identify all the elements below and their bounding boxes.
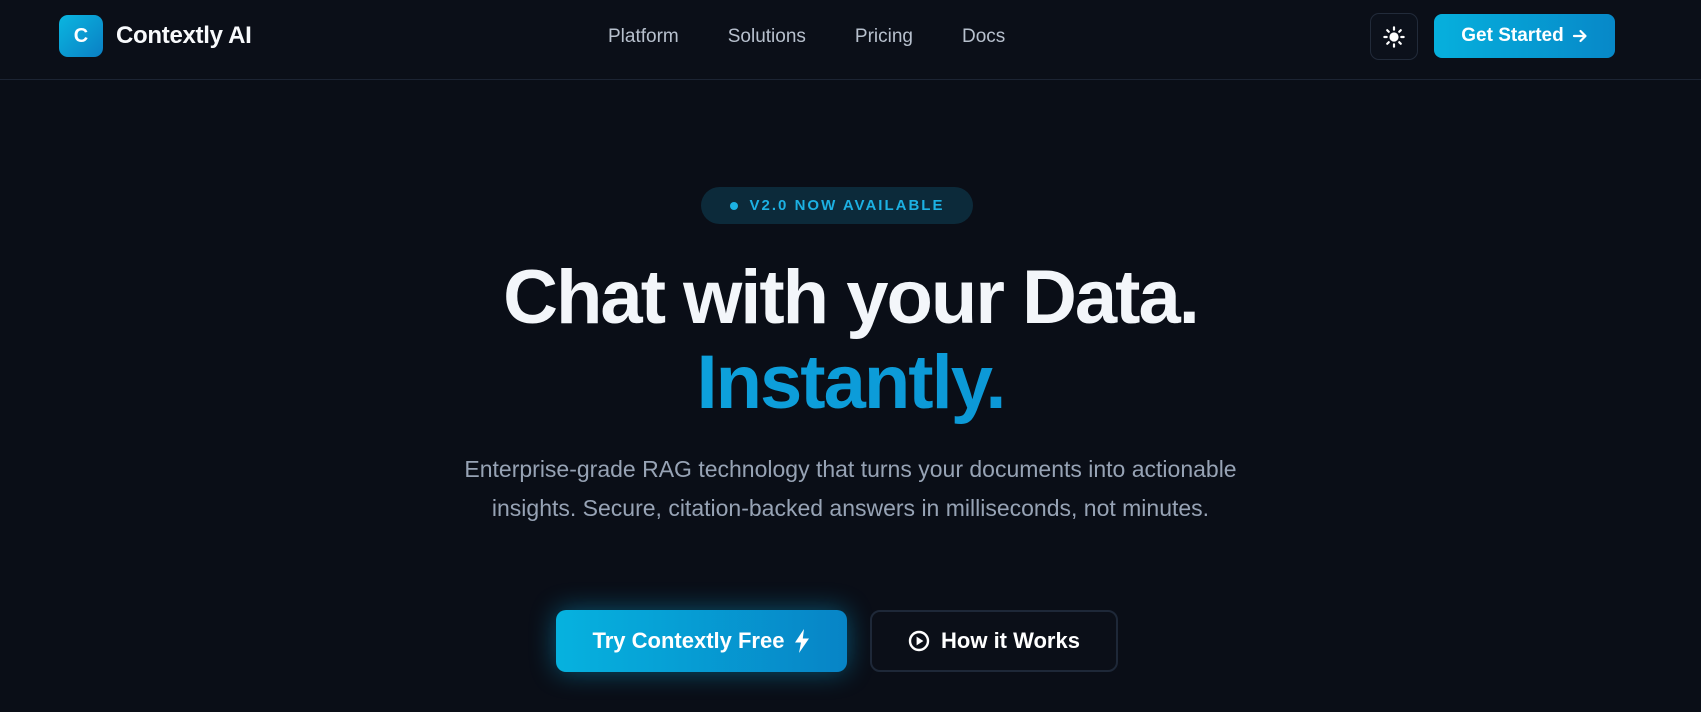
lightning-bolt-icon [794, 629, 810, 653]
hero-subtitle: Enterprise-grade RAG technology that tur… [464, 456, 1237, 521]
hero-headline-accent: Instantly. [0, 339, 1701, 427]
top-navbar: C Contextly AI Platform Solutions Pricin… [0, 0, 1701, 80]
try-free-label: Try Contextly Free [592, 628, 785, 653]
brand-name: Contextly AI [116, 22, 252, 49]
get-started-button[interactable]: Get Started [1434, 14, 1615, 58]
main-nav: Platform Solutions Pricing Docs [608, 22, 1005, 52]
sun-icon [1383, 25, 1405, 48]
nav-item-platform[interactable]: Platform [608, 26, 679, 48]
badge-dot-icon [729, 201, 738, 210]
version-badge: V2.0 NOW AVAILABLE [701, 187, 973, 224]
nav-item-pricing[interactable]: Pricing [855, 26, 913, 48]
play-circle-icon [908, 630, 930, 652]
brand[interactable]: C Contextly AI [59, 15, 252, 57]
badge-label: V2.0 NOW AVAILABLE [749, 197, 945, 214]
get-started-label: Get Started [1461, 25, 1564, 46]
theme-toggle-button[interactable] [1370, 13, 1418, 60]
how-it-works-button[interactable]: How it Works [870, 610, 1118, 672]
nav-item-solutions[interactable]: Solutions [728, 26, 806, 48]
arrow-right-icon [1572, 28, 1588, 44]
try-free-button[interactable]: Try Contextly Free [556, 610, 847, 672]
brand-logo: C [59, 15, 103, 57]
hero-headline: Chat with your Data. [503, 255, 1200, 340]
nav-item-docs[interactable]: Docs [962, 26, 1005, 48]
how-it-works-label: How it Works [941, 628, 1080, 653]
